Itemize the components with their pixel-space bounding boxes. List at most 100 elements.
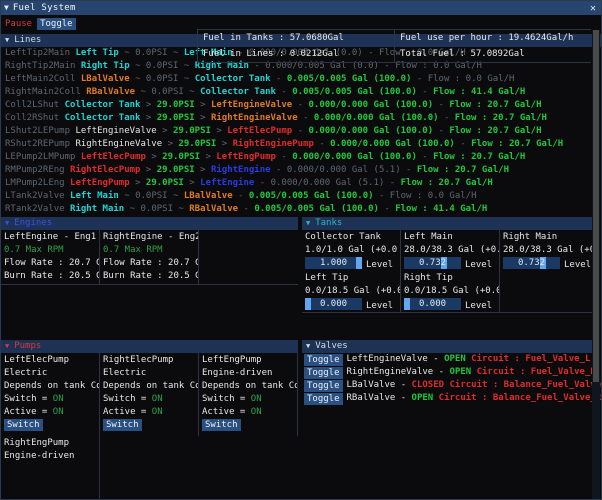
- pump-name: RightElecPump: [103, 355, 174, 365]
- pump-switch-row: Switch: [202, 419, 297, 432]
- valve-row: Toggle LBalValve - CLOSED Circuit : Balan…: [302, 379, 601, 392]
- section-header-tanks[interactable]: ▼ Tanks: [302, 217, 599, 230]
- engine-card: RightEngine - Eng2 0.7 Max RPM Flow Rate :…: [100, 230, 199, 284]
- pump-switch: Switch = ON: [202, 394, 262, 404]
- fuel-use-per-hour-value: Fuel use per hour : 19.4624Gal/h: [400, 33, 574, 43]
- pump-card: RightEngPump Engine-driven: [1, 436, 100, 500]
- tank-card: Left Tip 0.0/18.5 Gal (+0.0 0.000 Level: [302, 271, 401, 312]
- tank-level-label: Level: [366, 301, 394, 311]
- tank-level-slider[interactable]: 0.732: [503, 257, 560, 269]
- tank-level-label: Level: [465, 260, 493, 270]
- line-row: RTank2Valve Right Main ~ 0.0PSI ~ RBalVa…: [5, 204, 488, 214]
- engine-flow-rate: Flow Rate : 20.7 Ga: [103, 258, 198, 268]
- tank-level-value: 0.732: [517, 258, 546, 268]
- pump-switch-button[interactable]: Switch: [4, 419, 43, 431]
- engine-rpm: 0.7 Max RPM: [103, 245, 163, 255]
- fuel-in-tanks-value: Fuel in Tanks : 57.0680Gal: [203, 33, 344, 43]
- pump-active: Active = ON: [4, 407, 64, 417]
- pumps-panel: ▼ Pumps LeftElecPump Electric Depends on t…: [1, 339, 298, 500]
- tank-amount: 28.0/38.3 Gal (+0.0: [404, 245, 499, 255]
- tank-level-row: 0.000 Level: [305, 298, 400, 311]
- pump-name: LeftEngPump: [202, 355, 262, 365]
- engines-tanks-row: ▼ Engines LeftEngine - Eng1 0.7 Max RPM Fl…: [1, 216, 601, 313]
- triangle-down-icon: ▼: [306, 219, 311, 227]
- tank-level-value: 0.732: [418, 258, 447, 268]
- pump-switch-row: Switch: [4, 419, 99, 432]
- tank-level-slider[interactable]: 0.000: [404, 298, 461, 310]
- triangle-down-icon: ▼: [306, 342, 311, 350]
- valve-toggle-button[interactable]: Toggle: [304, 392, 343, 405]
- pump-type: Engine-driven: [202, 368, 273, 378]
- tank-name: Right Main: [503, 232, 558, 242]
- pump-type: Electric: [4, 368, 48, 378]
- valve-toggle-button[interactable]: Toggle: [304, 366, 343, 379]
- line-row: Coll2LShut Collector Tank > 29.0PSI > Le…: [5, 100, 542, 110]
- engine-burn-rate: Burn Rate : 20.5 Ga: [4, 271, 99, 281]
- engine-rpm: 0.7 Max RPM: [4, 245, 64, 255]
- valve-toggle-button[interactable]: Toggle: [304, 379, 343, 392]
- scrollbar-thumb[interactable]: [593, 30, 599, 382]
- pump-active: Active = ON: [202, 407, 262, 417]
- tank-amount: 28.0/38.3 Gal (+0.0: [503, 245, 598, 255]
- section-header-engines[interactable]: ▼ Engines: [1, 217, 298, 230]
- fuel-system-window: ▼ Fuel System ✕ Pause Toggle Fuel in Tan…: [0, 0, 602, 500]
- fuel-summary-table: Fuel in Tanks : 57.0680Gal Fuel in Lines…: [197, 29, 591, 63]
- valves-list: Toggle LeftEngineValve - OPEN Circuit : F…: [302, 353, 601, 405]
- engine-name: LeftEngine - Eng1: [4, 232, 97, 242]
- vertical-scrollbar[interactable]: [592, 30, 600, 499]
- line-row: RightMain2Coll RBalValve ~ 0.0PSI ~ Coll…: [5, 87, 526, 97]
- tank-level-row: 0.732 Level: [404, 257, 499, 270]
- valve-row: Toggle RightEngineValve - OPEN Circuit : …: [302, 366, 599, 379]
- tank-level-slider[interactable]: 1.000: [305, 257, 362, 269]
- pause-label: Pause: [5, 18, 33, 29]
- tank-level-label: Level: [465, 301, 493, 311]
- pump-type: Electric: [103, 368, 147, 378]
- pump-switch-button[interactable]: Switch: [202, 419, 241, 431]
- valve-row: Toggle LeftEngineValve - OPEN Circuit : F…: [302, 353, 599, 366]
- engine-name: RightEngine - Eng2: [103, 232, 198, 242]
- tank-level-value: 1.000: [319, 258, 348, 268]
- summary-col-tanks: Fuel in Tanks : 57.0680Gal Fuel in Lines…: [197, 30, 394, 62]
- pump-switch-button[interactable]: Switch: [103, 419, 142, 431]
- tank-amount: 0.0/18.5 Gal (+0.0: [305, 286, 400, 296]
- section-header-valves[interactable]: ▼ Valves: [302, 340, 599, 353]
- line-row: LTank2Valve Left Main ~ 0.0PSI ~ LBalVal…: [5, 191, 477, 201]
- pump-card: LeftEngPump Engine-driven Depends on tank …: [199, 353, 298, 436]
- line-row: LMPump2LEng LeftEngPump > 29.0PSI > Left…: [5, 178, 493, 188]
- pump-switch: Switch = ON: [4, 394, 64, 404]
- section-label-valves: Valves: [315, 341, 348, 351]
- pumps-list: LeftElecPump Electric Depends on tank Col S…: [1, 353, 298, 500]
- valve-row: Toggle RBalValve - OPEN Circuit : Balance…: [302, 392, 601, 405]
- engines-panel: ▼ Engines LeftEngine - Eng1 0.7 Max RPM Fl…: [1, 216, 298, 313]
- line-row: RShut2REPump RightEngineValve > 29.0PSI …: [5, 139, 564, 149]
- summary-col-usage: Fuel use per hour : 19.4624Gal/h Total F…: [394, 30, 591, 62]
- pump-depends: Depends on tank Col: [202, 381, 297, 391]
- tank-level-value: 0.000: [319, 299, 348, 309]
- pump-depends: Depends on tank Col: [103, 381, 198, 391]
- line-row: RMPump2REng RightElecPump > 29.0PSI > Ri…: [5, 165, 510, 175]
- line-row: LeftMain2Coll LBalValve ~ 0.0PSI ~ Colle…: [5, 74, 515, 84]
- tank-level-label: Level: [366, 260, 394, 270]
- total-fuel-value: Total Fuel : 57.0892Gal: [400, 49, 525, 59]
- tank-card: Left Main 28.0/38.3 Gal (+0.0 0.732 Level: [401, 230, 500, 271]
- valves-panel: ▼ Valves Toggle LeftEngineValve - OPEN Ci…: [302, 339, 601, 500]
- valve-toggle-button[interactable]: Toggle: [304, 353, 343, 366]
- pump-depends: Depends on tank Col: [4, 381, 99, 391]
- pump-switch-row: Switch: [103, 419, 198, 432]
- pumps-valves-row: ▼ Pumps LeftElecPump Electric Depends on t…: [1, 339, 601, 500]
- line-row: LEPump2LMPump LeftElecPump > 29.0PSI > L…: [5, 152, 526, 162]
- pump-type: Engine-driven: [4, 451, 75, 461]
- tanks-list: Collector Tank 1.0/1.0 Gal (+0.0 u 1.000 Le…: [302, 230, 599, 313]
- tank-level-row: 0.732 Level: [503, 257, 598, 270]
- pump-active: Active = ON: [103, 407, 163, 417]
- engines-list: LeftEngine - Eng1 0.7 Max RPM Flow Rate : …: [1, 230, 298, 285]
- tank-level-slider[interactable]: 0.000: [305, 298, 362, 310]
- close-icon[interactable]: ✕: [590, 2, 598, 15]
- tank-level-slider[interactable]: 0.732: [404, 257, 461, 269]
- lines-list: LeftTip2Main Left Tip ~ 0.0PSI ~ Left Ma…: [1, 47, 601, 216]
- pause-toggle-button[interactable]: Toggle: [37, 18, 76, 30]
- tank-name: Left Main: [404, 232, 453, 242]
- tanks-panel: ▼ Tanks Collector Tank 1.0/1.0 Gal (+0.0 …: [302, 216, 599, 313]
- triangle-down-icon[interactable]: ▼: [4, 1, 9, 15]
- section-header-pumps[interactable]: ▼ Pumps: [1, 340, 298, 353]
